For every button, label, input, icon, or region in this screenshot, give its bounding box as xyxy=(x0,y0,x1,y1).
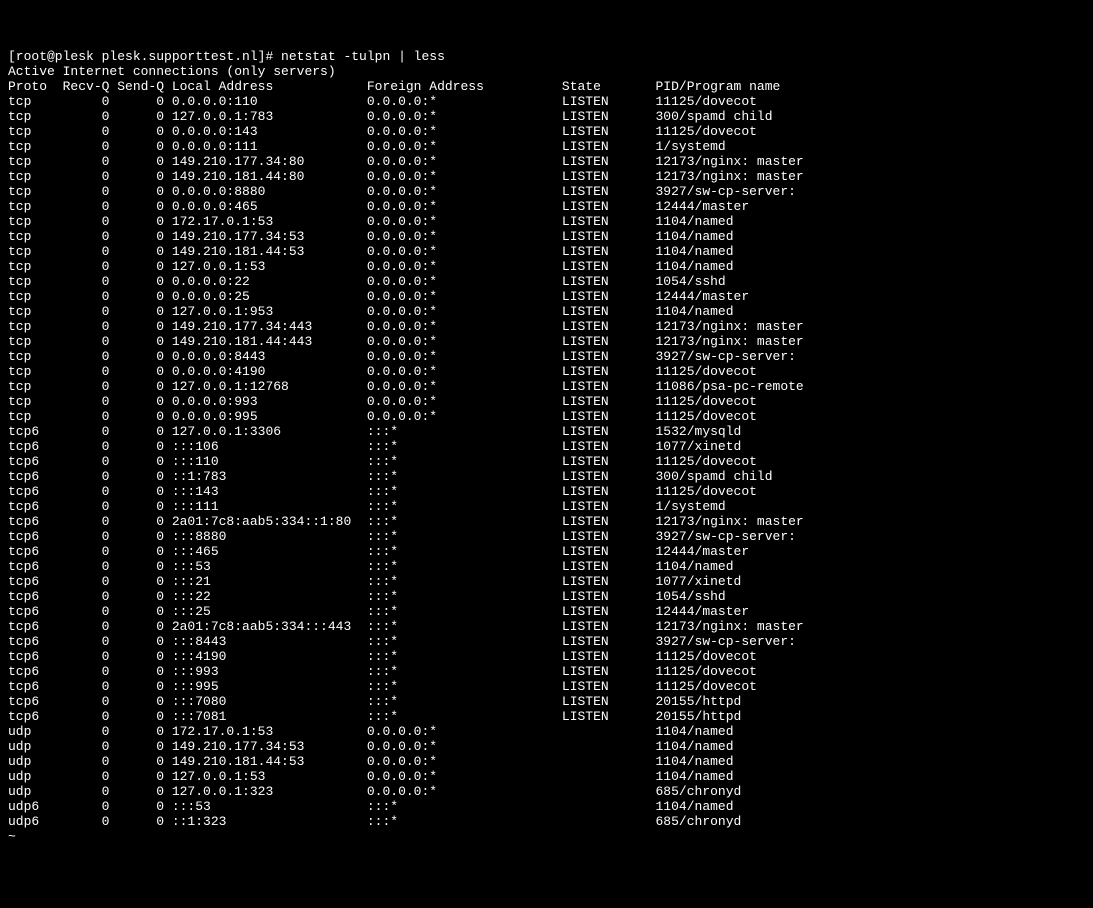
terminal-output[interactable]: [root@plesk plesk.supporttest.nl]# netst… xyxy=(8,49,1085,844)
